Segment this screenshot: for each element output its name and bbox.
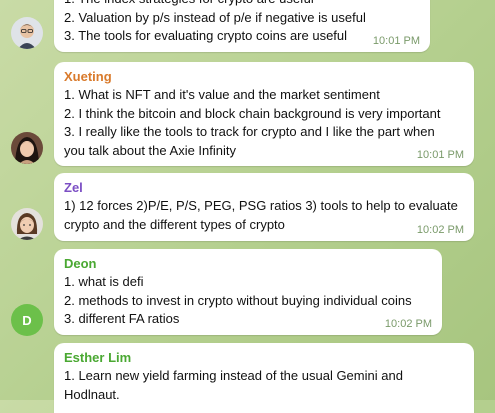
message-line: 2. methods to invest in crypto without b…	[64, 292, 412, 308]
message-line: 3. I really like the tools to track for …	[64, 124, 435, 139]
message-line: 3. different FA ratios	[64, 311, 180, 326]
message-line: 3. The tools for evaluating crypto coins…	[64, 28, 348, 43]
message-line: 2. Valuation by p/s instead of p/e if ne…	[64, 9, 366, 25]
avatar[interactable]	[11, 132, 43, 164]
message-line: you talk about the Axie Infinity	[64, 142, 236, 158]
message-line: 2. I think the bitcoin and block chain b…	[64, 105, 441, 121]
message-line: 1. Learn new yield farming instead of th…	[64, 368, 403, 383]
message-bubble[interactable]: Zel 1) 12 forces 2)P/E, P/S, PEG, PSG ra…	[54, 173, 474, 241]
avatar-initial: D	[22, 312, 32, 328]
sender-name[interactable]: Deon	[64, 255, 432, 273]
avatar[interactable]: D	[11, 304, 43, 336]
user-photo-icon	[11, 132, 43, 164]
sender-name[interactable]: Esther Lim	[64, 349, 464, 367]
avatar[interactable]	[11, 208, 43, 240]
message-line: Hodlnaut.	[64, 386, 120, 402]
message-line: 1) 12 forces 2)P/E, P/S, PEG, PSG ratios…	[64, 198, 458, 213]
user-photo-icon	[11, 208, 43, 240]
message-time: 10:02 PM	[416, 224, 464, 236]
avatar[interactable]	[11, 17, 43, 49]
message-line: 1. What is NFT and it's value and the ma…	[64, 87, 380, 102]
message-line: 1. what is defi	[64, 274, 144, 289]
sender-name[interactable]: Zel	[64, 179, 464, 197]
message-time: 10:02 PM	[384, 318, 432, 330]
message-bubble[interactable]: 1. The index strategies for crypto are u…	[54, 0, 430, 52]
message-time: 10:01 PM	[416, 149, 464, 161]
message-bubble[interactable]: Esther Lim 1. Learn new yield farming in…	[54, 343, 474, 413]
message-line: 1. The index strategies for crypto are u…	[64, 0, 420, 9]
message-time: 10:01 PM	[372, 35, 420, 47]
message-bubble[interactable]: Deon 1. what is defi 2. methods to inves…	[54, 249, 442, 335]
chat-history[interactable]: 1. The index strategies for crypto are u…	[0, 0, 495, 413]
message-line: crypto and the different types of crypto	[64, 216, 285, 232]
user-photo-icon	[11, 17, 43, 49]
sender-name[interactable]: Xueting	[64, 68, 464, 86]
message-bubble[interactable]: Xueting 1. What is NFT and it's value an…	[54, 62, 474, 166]
